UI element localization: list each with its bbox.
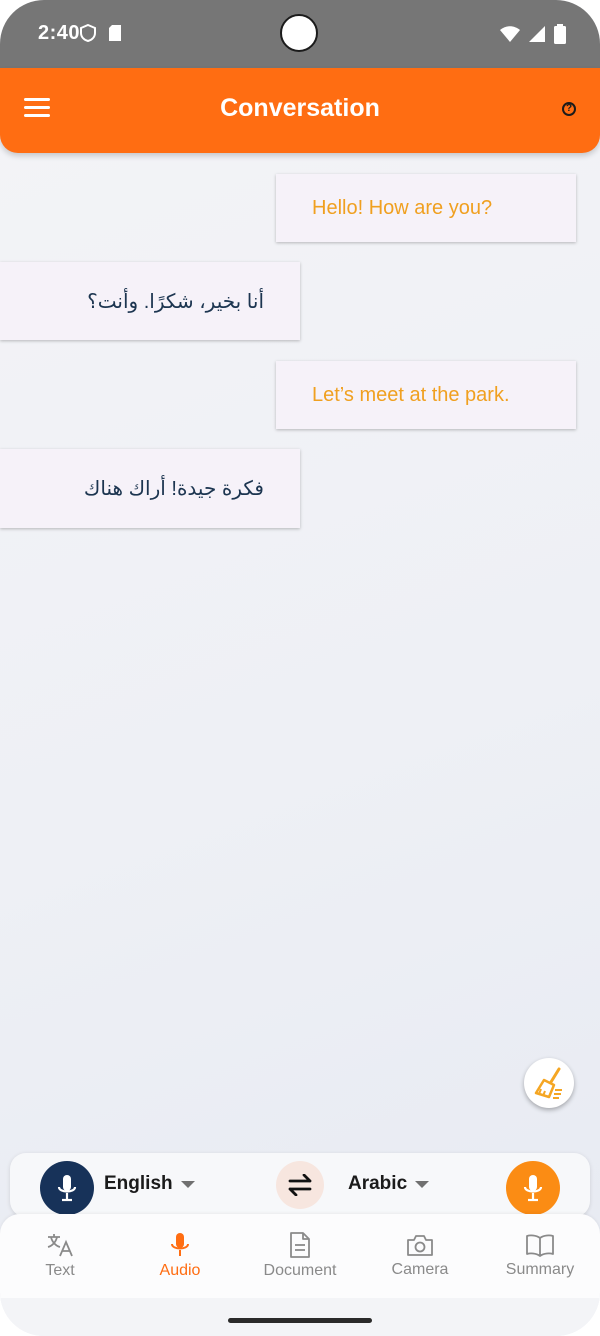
help-icon: ? <box>565 103 573 114</box>
nav-item-camera[interactable]: Camera <box>360 1214 480 1298</box>
source-language-label: English <box>104 1173 173 1194</box>
nav-item-document[interactable]: Document <box>240 1214 360 1298</box>
status-bar: 2:40 <box>0 0 600 68</box>
nav-item-summary[interactable]: Summary <box>480 1214 600 1298</box>
status-time: 2:40 <box>38 22 81 44</box>
gesture-area <box>0 1298 600 1336</box>
message-text: أنا بخير، شكرًا. وأنت؟ <box>87 290 264 313</box>
swap-arrows-icon <box>288 1174 312 1196</box>
mic-icon <box>57 1175 77 1202</box>
swap-languages-button[interactable] <box>276 1161 324 1209</box>
clear-conversation-button[interactable] <box>524 1058 574 1108</box>
sd-card-icon <box>109 25 121 41</box>
nav-label: Audio <box>159 1262 201 1279</box>
target-language-dropdown[interactable]: Arabic <box>348 1173 430 1195</box>
nav-item-text[interactable]: Text <box>0 1214 120 1298</box>
message-text: Let’s meet at the park. <box>312 383 510 406</box>
message-bubble-sent[interactable]: Hello! How are you? <box>276 174 576 242</box>
bottom-navigation: Text Audio Document Camera Summary <box>0 1214 600 1298</box>
language-bar: English Arabic <box>10 1153 590 1217</box>
chevron-down-icon <box>415 1180 430 1188</box>
signal-icon <box>529 26 545 42</box>
chevron-down-icon <box>180 1180 195 1188</box>
nav-item-audio[interactable]: Audio <box>120 1214 240 1298</box>
message-text: Hello! How are you? <box>312 196 493 219</box>
message-bubble-received[interactable]: أنا بخير، شكرًا. وأنت؟ <box>0 262 300 340</box>
book-icon <box>526 1234 554 1257</box>
nav-label: Text <box>45 1262 75 1279</box>
mic-icon <box>523 1175 543 1202</box>
nav-label: Summary <box>505 1261 575 1278</box>
source-language-dropdown[interactable]: English <box>104 1173 195 1195</box>
target-mic-button[interactable] <box>506 1161 560 1215</box>
phone-screen: 2:40 Conversation ? Hello! How are you? … <box>0 0 600 1336</box>
message-bubble-sent[interactable]: Let’s meet at the park. <box>276 361 576 429</box>
shield-icon <box>80 24 96 42</box>
source-mic-button[interactable] <box>40 1161 94 1215</box>
page-title: Conversation <box>220 94 380 122</box>
translate-icon <box>47 1234 73 1257</box>
app-bar: Conversation ? <box>0 68 600 153</box>
help-button[interactable]: ? <box>562 102 576 116</box>
document-icon <box>290 1232 310 1258</box>
nav-label: Camera <box>391 1261 449 1278</box>
nav-label: Document <box>263 1262 337 1279</box>
mic-icon <box>171 1233 189 1256</box>
message-bubble-received[interactable]: فكرة جيدة! أراك هناك <box>0 449 300 528</box>
broom-icon <box>534 1067 562 1099</box>
target-language-label: Arabic <box>348 1173 408 1194</box>
message-text: فكرة جيدة! أراك هناك <box>83 478 264 500</box>
battery-icon <box>554 24 566 44</box>
camera-cutout <box>280 14 318 52</box>
camera-icon <box>407 1235 433 1256</box>
home-indicator[interactable] <box>228 1318 372 1323</box>
wifi-icon <box>500 26 520 42</box>
